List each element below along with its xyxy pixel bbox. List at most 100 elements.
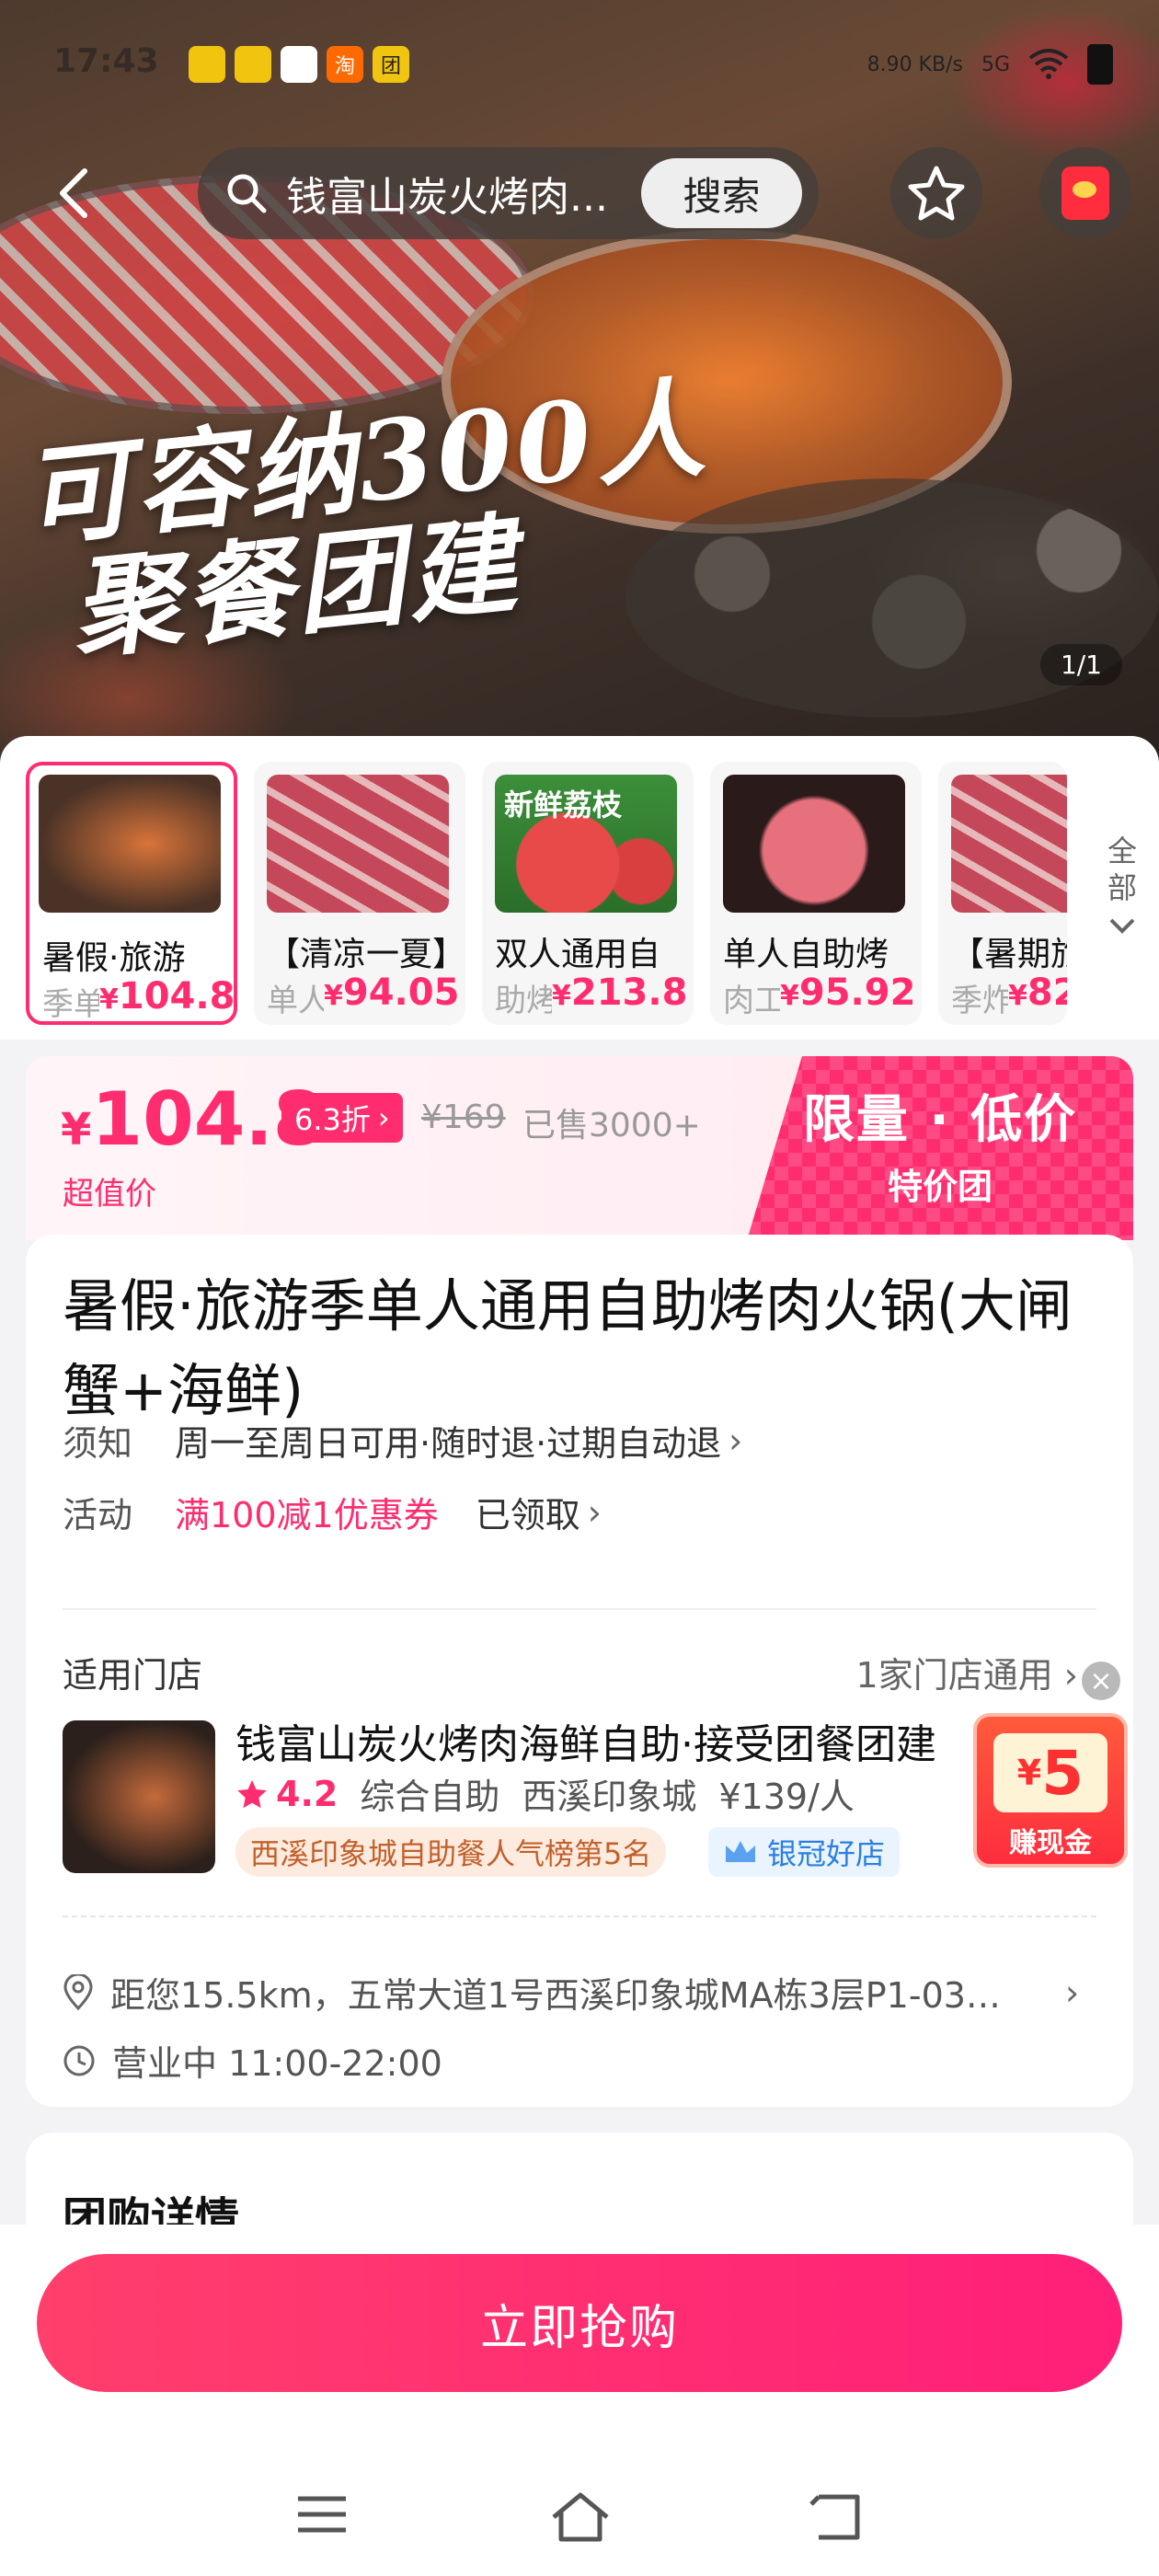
image-tag: 新鲜荔枝 — [504, 788, 623, 822]
news-icon — [281, 46, 317, 83]
search-icon — [227, 174, 267, 213]
cash-reward-label: 赚现金 — [1009, 1827, 1092, 1859]
close-icon[interactable]: × — [1082, 1662, 1120, 1700]
package-price-value: 82 — [1027, 972, 1067, 1014]
package-thumb-image — [951, 775, 1067, 913]
discount-badge[interactable]: 6.3折 › — [281, 1093, 403, 1143]
cash-amount-value: 5 — [1041, 1737, 1084, 1809]
promo-title: 限量 · 低价 — [802, 1090, 1078, 1150]
back-nav-icon[interactable] — [809, 2491, 865, 2543]
package-title: 暑假·旅游 — [42, 939, 186, 977]
package-title: 【暑期旅 — [951, 936, 1067, 973]
red-packet-button[interactable] — [1039, 147, 1131, 239]
chevron-right-icon: › — [377, 1100, 390, 1135]
chevron-right-icon: › — [729, 1420, 743, 1461]
divider — [63, 1608, 1096, 1610]
package-title: 双人通用自 — [495, 936, 661, 973]
back-button[interactable] — [28, 147, 120, 239]
store-count: 1家门店通用 — [855, 1655, 1053, 1696]
package-title: 单人自助烤 — [723, 936, 889, 973]
store-count-link[interactable]: 1家门店通用 › — [856, 1647, 1078, 1697]
status-right: 8.90 KB/s 5G — [867, 44, 1113, 85]
package-thumb-image: 新鲜荔枝 — [495, 775, 677, 913]
store-hours: 营业中 11:00-22:00 — [112, 2043, 442, 2084]
home-icon[interactable] — [548, 2491, 613, 2543]
notice-value: 周一至周日可用·随时退·过期自动退 — [175, 1423, 722, 1464]
currency-symbol: ¥ — [552, 980, 571, 1012]
package-subtitle: 季单 — [42, 986, 99, 1023]
address-row[interactable]: 距您15.5km，五常大道1号西溪印象城MA栋3层P1-03… › — [63, 1967, 1079, 2018]
promo-subtitle: 特价团 — [887, 1167, 993, 1207]
deal-info-card: 暑假·旅游季单人通用自助烤肉火锅(大闸蟹+海鲜) 须知 周一至周日可用·随时退·… — [26, 1235, 1133, 2107]
activity-row[interactable]: 活动 满100减1优惠券 已领取 › — [63, 1487, 602, 1537]
package-price: ¥95.92 — [780, 972, 915, 1014]
buy-now-button[interactable]: 立即抢购 — [37, 2254, 1122, 2392]
rank-badge[interactable]: 西溪印象城自助餐人气榜第5名 — [235, 1827, 667, 1877]
store-rating: 4.2 — [235, 1774, 338, 1814]
all-label: 全部 — [1107, 834, 1137, 905]
coupon-label: 满100减1优惠券 — [175, 1495, 439, 1535]
rating-value: 4.2 — [276, 1773, 339, 1814]
hero-caption: 可容纳300人 聚餐团建 — [17, 363, 725, 673]
store-section-title: 适用门店 — [63, 1655, 203, 1696]
package-option[interactable]: 新鲜荔枝 双人通用自 助烤 ¥213.8 — [482, 762, 694, 1025]
currency-symbol: ¥ — [324, 980, 343, 1012]
package-selector: 暑假·旅游 季单 ¥104.8 【清凉一夏】 单人 ¥94.05 新鲜荔枝 双人… — [0, 736, 1159, 1040]
crown-badge-label: 银冠好店 — [767, 1836, 886, 1871]
battery-icon — [1087, 44, 1113, 85]
red-envelope-icon — [1061, 167, 1109, 220]
favorite-button[interactable] — [890, 147, 982, 239]
store-area: 西溪印象城 — [522, 1777, 697, 1817]
package-option[interactable]: 暑假·旅游 季单 ¥104.8 — [26, 762, 237, 1025]
currency-symbol: ¥ — [1008, 980, 1027, 1012]
package-price-value: 104.8 — [118, 975, 235, 1018]
store-price-per-person: ¥139/人 — [718, 1777, 855, 1817]
package-option[interactable]: 【清凉一夏】 单人 ¥94.05 — [254, 762, 465, 1025]
tv-icon — [235, 46, 271, 83]
cash-reward-float[interactable]: ¥5 赚现金 — [973, 1713, 1130, 1871]
cash-reward-amount: ¥5 — [993, 1733, 1107, 1812]
chevron-right-icon: › — [1063, 1655, 1078, 1696]
star-icon — [237, 1779, 267, 1808]
status-time: 17:43 — [53, 42, 159, 80]
image-counter: 1/1 — [1039, 644, 1122, 685]
discount-label: 6.3折 — [294, 1102, 371, 1137]
signal-icon: 5G — [981, 52, 1010, 76]
store-category: 综合自助 — [360, 1777, 500, 1817]
package-thumb-image — [723, 775, 905, 913]
package-option[interactable]: 单人自助烤 肉工 ¥95.92 — [710, 762, 922, 1025]
store-name[interactable]: 钱富山炭火烤肉海鲜自助·接受团餐团建 — [235, 1711, 990, 1770]
crown-badge[interactable]: 银冠好店 — [708, 1827, 901, 1877]
package-subtitle: 季炸 — [951, 983, 1008, 1019]
package-option[interactable]: 【暑期旅 季炸 ¥82 — [938, 762, 1067, 1025]
accessibility-icon — [189, 46, 225, 83]
search-button[interactable]: 搜索 — [641, 158, 802, 228]
coupon-claimed: 已领取 — [475, 1495, 580, 1535]
price-label: 超值价 — [63, 1176, 156, 1213]
package-price: ¥213.8 — [552, 972, 687, 1014]
store-image[interactable] — [63, 1720, 215, 1873]
menu-icon[interactable] — [294, 2491, 350, 2537]
all-packages-button[interactable]: 全部 — [1104, 833, 1141, 943]
currency-symbol: ¥ — [1016, 1753, 1042, 1793]
taobao-icon: 淘 — [327, 46, 363, 83]
chevron-right-icon: › — [1065, 1972, 1080, 2013]
search-query[interactable]: 钱富山炭火烤肉... — [286, 164, 636, 223]
chevron-right-icon: › — [587, 1491, 602, 1533]
search-bar[interactable]: 钱富山炭火烤肉... 搜索 — [198, 147, 819, 239]
sold-count: 已售3000+ — [522, 1107, 701, 1144]
notice-key: 须知 — [63, 1423, 133, 1464]
top-nav: 钱富山炭火烤肉... 搜索 — [0, 147, 1159, 239]
package-price-value: 95.92 — [798, 972, 916, 1014]
hero-image[interactable]: 可容纳300人 聚餐团建 1/1 — [0, 0, 1159, 764]
package-thumb-image — [39, 775, 221, 913]
wifi-icon — [1028, 49, 1069, 79]
activity-key: 活动 — [63, 1495, 133, 1535]
notice-row[interactable]: 须知 周一至周日可用·随时退·过期自动退 › — [63, 1415, 742, 1466]
package-price-value: 94.05 — [342, 972, 460, 1014]
status-app-icons: 淘 团 — [189, 46, 409, 83]
clock-icon — [63, 2045, 95, 2076]
status-bar: 17:43 淘 团 8.90 KB/s 5G — [0, 37, 1159, 92]
currency-symbol: ¥ — [780, 980, 799, 1012]
crown-icon — [726, 1841, 755, 1862]
